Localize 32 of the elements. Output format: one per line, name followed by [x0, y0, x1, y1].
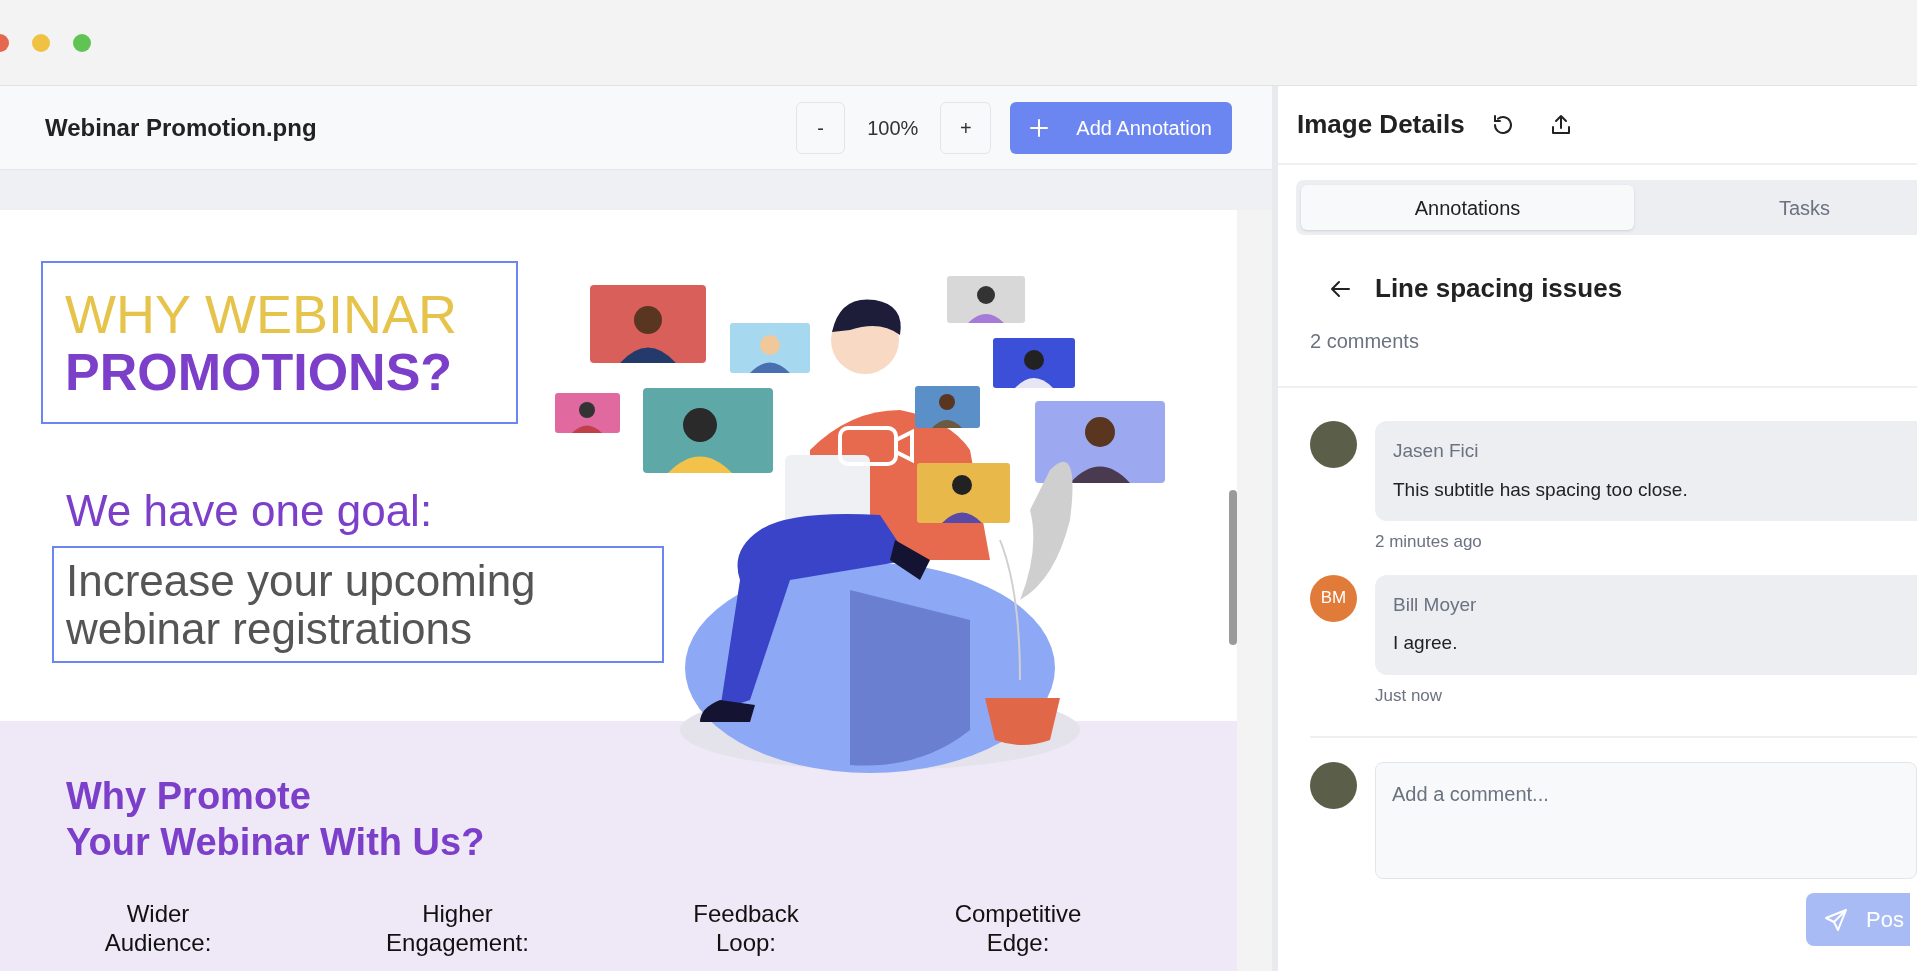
comment-text: I agree.	[1393, 631, 1458, 655]
plus-icon	[1030, 118, 1049, 137]
scrollbar-thumb[interactable]	[1229, 490, 1237, 645]
goal-heading: We have one goal:	[66, 486, 434, 536]
poster-title: WHY WEBINAR	[65, 284, 459, 343]
comment-time: 2 minutes ago	[1375, 531, 1482, 553]
poster-title: PROMOTIONS?	[65, 342, 454, 401]
initials-avatar: BM	[1310, 574, 1357, 622]
zoom-level: 100%	[867, 115, 919, 141]
section-heading: Why Promote Your Webinar With Us?	[66, 774, 486, 865]
user-avatar	[1310, 421, 1357, 468]
comment-author: Jasen Fici	[1393, 439, 1479, 463]
user-avatar	[1310, 762, 1357, 809]
send-icon	[1824, 907, 1848, 932]
zoom-in-button[interactable]: +	[940, 101, 992, 154]
zoom-out-button[interactable]: -	[796, 101, 846, 154]
benefit-label: Wider Audience:	[103, 899, 213, 957]
benefit-label: Competitive Edge:	[953, 899, 1083, 957]
panel-title: Image Details	[1297, 108, 1465, 141]
annotation-title: Line spacing issues	[1375, 272, 1623, 305]
tab[interactable]: Tasks	[1638, 185, 1917, 230]
file-name: Webinar Promotion.png	[45, 112, 317, 143]
back-arrow-icon[interactable]	[1330, 279, 1350, 298]
comment-count: 2 comments	[1310, 329, 1419, 354]
comment-time: Just now	[1375, 684, 1443, 707]
comment-field[interactable]: Add a comment...	[1375, 762, 1917, 879]
comment-author: Bill Moyer	[1393, 592, 1477, 617]
goal-text: Increase your upcoming webinar registrations	[66, 556, 537, 653]
tab[interactable]: Annotations	[1301, 185, 1634, 230]
comment-text: This subtitle has spacing too close.	[1393, 477, 1688, 502]
benefit-label: Feedback Loop:	[692, 899, 800, 957]
benefit-label: Higher Engagement:	[385, 899, 530, 957]
